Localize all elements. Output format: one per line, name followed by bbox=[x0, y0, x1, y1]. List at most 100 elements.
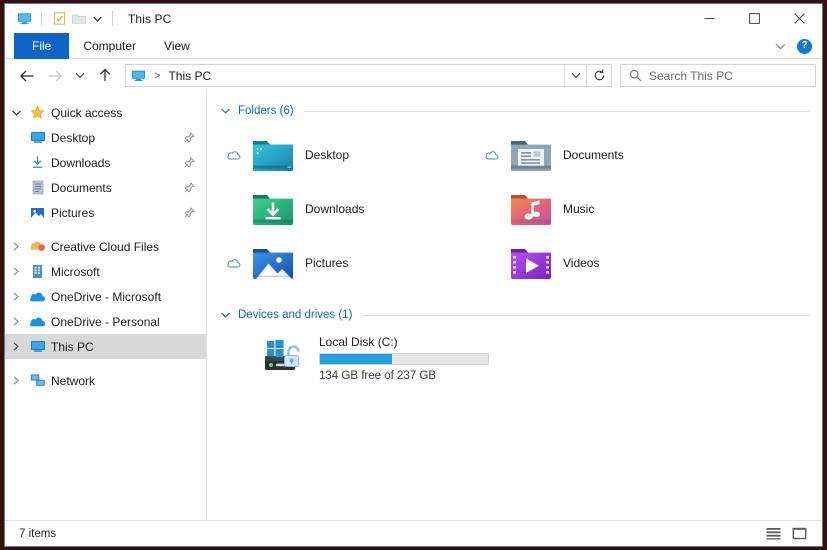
toolbar-divider-2 bbox=[112, 11, 113, 26]
downloads-icon bbox=[27, 153, 48, 173]
maximize-button[interactable] bbox=[732, 4, 777, 33]
chevron-right-icon[interactable] bbox=[5, 259, 27, 284]
pin-icon[interactable] bbox=[182, 131, 196, 145]
explorer-body: Quick access Desktop Downloads Documents… bbox=[5, 92, 822, 520]
sidebar-item-label: OneDrive - Microsoft bbox=[51, 289, 162, 304]
status-bar: 7 items bbox=[5, 520, 822, 546]
group-rule bbox=[362, 314, 810, 316]
pictures-icon bbox=[27, 203, 48, 223]
network-icon bbox=[27, 371, 48, 391]
expand-ribbon-chevron-down-icon[interactable] bbox=[771, 37, 789, 55]
pin-icon[interactable] bbox=[182, 206, 196, 220]
folder-label: Documents bbox=[563, 148, 624, 162]
large-icons-view-button[interactable] bbox=[791, 525, 808, 542]
folder-tile-pictures[interactable]: Pictures bbox=[219, 236, 477, 290]
sidebar-item-label: OneDrive - Personal bbox=[51, 314, 160, 329]
sidebar-item-label: Documents bbox=[51, 180, 112, 195]
folder-label: Desktop bbox=[305, 148, 350, 162]
search-icon bbox=[629, 69, 642, 82]
group-header-folders[interactable]: Folders (6) bbox=[219, 100, 822, 122]
chevron-right-icon[interactable] bbox=[5, 234, 27, 259]
sidebar-item-documents[interactable]: Documents bbox=[5, 175, 206, 200]
folder-tile-music[interactable]: Music bbox=[477, 182, 735, 236]
cloud-status-icon bbox=[219, 258, 249, 269]
search-input[interactable]: Search This PC bbox=[620, 64, 816, 87]
address-dropdown-chevron-down-icon[interactable] bbox=[564, 65, 586, 86]
windows-drive-bitlocker-icon bbox=[263, 334, 313, 380]
chevron-right-icon[interactable] bbox=[5, 368, 27, 393]
tab-file[interactable]: File bbox=[14, 33, 70, 59]
chevron-down-icon[interactable] bbox=[219, 105, 232, 118]
forward-button[interactable] bbox=[41, 62, 69, 90]
new-folder-icon[interactable] bbox=[69, 9, 89, 29]
chevron-right-icon[interactable] bbox=[5, 334, 27, 359]
sidebar-item-quick-access[interactable]: Quick access bbox=[5, 100, 206, 125]
sidebar-item-microsoft[interactable]: Microsoft bbox=[5, 259, 206, 284]
content-pane[interactable]: Folders (6) Desktop Documents Downloads … bbox=[207, 92, 822, 520]
tab-computer[interactable]: Computer bbox=[69, 33, 150, 59]
this-pc-icon[interactable] bbox=[14, 9, 34, 29]
sidebar-item-label: Pictures bbox=[51, 205, 95, 220]
back-button[interactable] bbox=[13, 62, 41, 90]
pin-icon[interactable] bbox=[182, 156, 196, 170]
drive-capacity-bar bbox=[319, 353, 489, 365]
sidebar-item-pictures[interactable]: Pictures bbox=[5, 200, 206, 225]
address-bar[interactable]: > This PC bbox=[125, 64, 587, 87]
drive-tile-local-disk-c[interactable]: Local Disk (C:) 134 GB free of 237 GB bbox=[219, 334, 822, 382]
breadcrumb[interactable]: > This PC bbox=[131, 69, 211, 83]
sidebar-item-onedrive-personal[interactable]: OneDrive - Personal bbox=[5, 309, 206, 334]
sidebar-item-this-pc[interactable]: This PC bbox=[5, 334, 206, 359]
chevron-right-icon[interactable] bbox=[5, 309, 27, 334]
navigation-pane: Quick access Desktop Downloads Documents… bbox=[5, 92, 207, 520]
this-pc-icon bbox=[27, 337, 48, 357]
sidebar-item-label: Microsoft bbox=[51, 264, 100, 279]
sidebar-item-desktop[interactable]: Desktop bbox=[5, 125, 206, 150]
toolbar-divider bbox=[41, 11, 42, 26]
drive-info: Local Disk (C:) 134 GB free of 237 GB bbox=[319, 334, 489, 382]
window-title: This PC bbox=[128, 11, 172, 26]
sidebar-item-creative-cloud-files[interactable]: Creative Cloud Files bbox=[5, 234, 206, 259]
close-button[interactable] bbox=[777, 4, 822, 33]
tab-view[interactable]: View bbox=[150, 33, 204, 59]
minimize-button[interactable] bbox=[687, 4, 732, 33]
help-icon[interactable]: ? bbox=[797, 38, 812, 54]
item-count: 7 items bbox=[19, 527, 57, 540]
ribbon-tabs: File Computer View ? bbox=[5, 33, 822, 59]
folder-tile-downloads[interactable]: Downloads bbox=[219, 182, 477, 236]
microsoft-folder-icon bbox=[27, 262, 48, 282]
customize-caret-icon[interactable] bbox=[89, 9, 105, 29]
drive-name: Local Disk (C:) bbox=[319, 335, 398, 349]
pin-icon[interactable] bbox=[182, 181, 196, 195]
sidebar-item-label: Quick access bbox=[51, 105, 123, 120]
refresh-button[interactable] bbox=[587, 64, 612, 87]
properties-icon[interactable] bbox=[49, 9, 69, 29]
recent-locations-chevron-down-icon[interactable] bbox=[69, 62, 91, 90]
details-view-button[interactable] bbox=[765, 525, 782, 542]
sidebar-item-downloads[interactable]: Downloads bbox=[5, 150, 206, 175]
chevron-down-icon[interactable] bbox=[219, 309, 232, 322]
folders-grid: Desktop Documents Downloads Music Pictur… bbox=[219, 128, 822, 290]
drive-capacity-fill bbox=[320, 354, 393, 364]
sidebar-item-label: Desktop bbox=[51, 130, 96, 145]
cloud-status-icon bbox=[477, 150, 507, 161]
sidebar-item-onedrive-microsoft[interactable]: OneDrive - Microsoft bbox=[5, 284, 206, 309]
group-title: Folders (6) bbox=[238, 105, 294, 117]
sidebar-item-label: This PC bbox=[51, 339, 94, 354]
folder-label: Downloads bbox=[305, 202, 365, 216]
sidebar-item-label: Downloads bbox=[51, 155, 111, 170]
documents-icon bbox=[27, 178, 48, 198]
downloads-folder-icon bbox=[249, 185, 297, 233]
folder-tile-desktop[interactable]: Desktop bbox=[219, 128, 477, 182]
sidebar-item-network[interactable]: Network bbox=[5, 368, 206, 393]
quick-access-toolbar: This PC bbox=[5, 9, 171, 29]
group-header-devices-and-drives[interactable]: Devices and drives (1) bbox=[219, 304, 822, 326]
folder-tile-documents[interactable]: Documents bbox=[477, 128, 735, 182]
up-button[interactable] bbox=[91, 62, 119, 90]
folder-tile-videos[interactable]: Videos bbox=[477, 236, 735, 290]
breadcrumb-path[interactable]: This PC bbox=[168, 69, 211, 83]
chevron-down-icon[interactable] bbox=[5, 100, 27, 125]
breadcrumb-this-pc-icon bbox=[131, 69, 146, 83]
chevron-right-icon[interactable] bbox=[5, 284, 27, 309]
documents-folder-icon bbox=[507, 131, 555, 179]
